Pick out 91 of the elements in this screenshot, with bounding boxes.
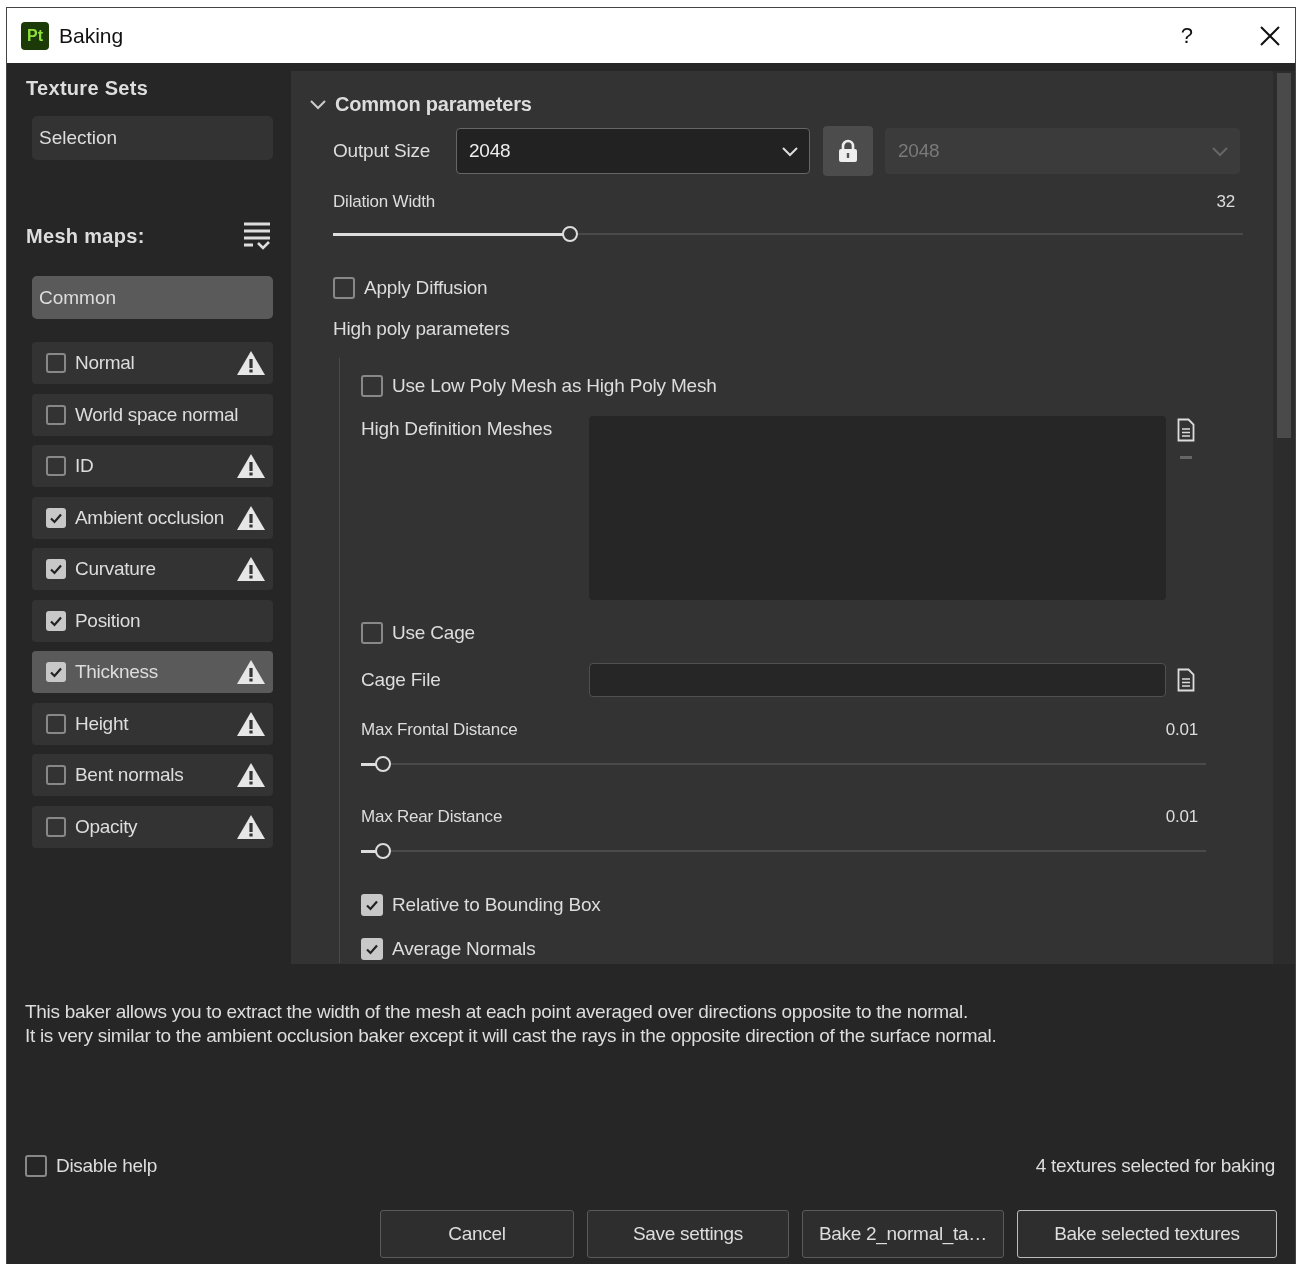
help-text: This baker allows you to extract the width of the mesh at each point averaged over directions opposite to the normal. It is very similar to the ambient occlusion baker except it will cast the rays in the opposite direction of the surface normal.	[25, 1000, 998, 1048]
cage-file-field[interactable]	[589, 663, 1166, 697]
checkbox[interactable]	[333, 277, 355, 299]
slider-label: Max Frontal Distance	[361, 720, 518, 740]
mesh-map-item[interactable]: Height	[32, 702, 273, 745]
dialog-button[interactable]: Bake 2_normal_ta…	[802, 1210, 1004, 1258]
checkbox[interactable]	[361, 894, 383, 916]
mesh-map-label: Height	[75, 712, 130, 735]
checkbox[interactable]	[25, 1155, 47, 1177]
lock-button[interactable]	[823, 126, 873, 176]
mesh-map-label: Normal	[75, 352, 136, 374]
slider-value: 0.01	[1165, 807, 1198, 827]
warning-icon	[236, 556, 266, 582]
checkbox[interactable]	[46, 353, 66, 373]
output-size-dropdown[interactable]: 2048	[456, 128, 810, 174]
warning-icon	[236, 659, 266, 685]
dialog-button[interactable]: Save settings	[587, 1210, 789, 1258]
slider[interactable]	[361, 754, 1206, 774]
mesh-map-label: Bent normals	[75, 764, 185, 786]
checkbox[interactable]	[46, 816, 66, 837]
mesh-map-item[interactable]: Ambient occlusion	[32, 496, 273, 539]
checkbox[interactable]	[46, 610, 66, 631]
mesh-map-category[interactable]: Common	[32, 276, 273, 319]
subsection-title: High poly parameters	[333, 318, 511, 341]
texture-set-item[interactable]: Selection	[32, 116, 273, 160]
app-logo: Pt	[21, 21, 49, 50]
help-button[interactable]: ?	[1180, 22, 1193, 49]
mesh-map-label: Curvature	[75, 558, 157, 580]
section-title: Texture Sets	[26, 77, 150, 100]
checkbox-label: Apply Diffusion	[364, 277, 488, 299]
checkbox[interactable]	[46, 456, 66, 476]
mesh-map-label: ID	[75, 455, 95, 477]
checkbox[interactable]	[361, 622, 383, 644]
filter-list-icon[interactable]	[241, 220, 273, 252]
mesh-map-label: Thickness	[75, 661, 159, 683]
field-label: Output Size	[333, 140, 432, 162]
lock-icon	[838, 139, 858, 163]
slider-value: 32	[1216, 192, 1235, 212]
mesh-map-item[interactable]: Opacity	[32, 805, 273, 848]
file-icon[interactable]	[1177, 418, 1195, 442]
checkbox[interactable]	[46, 404, 66, 425]
file-icon[interactable]	[1177, 668, 1195, 692]
status-text: 4 textures selected for baking	[1035, 1155, 1275, 1177]
warning-icon	[236, 350, 266, 376]
mesh-map-label: Opacity	[75, 815, 139, 838]
checkbox[interactable]	[46, 713, 66, 734]
slider[interactable]	[361, 841, 1206, 861]
warning-icon	[236, 762, 266, 788]
chevron-down-icon	[1211, 145, 1229, 157]
warning-icon	[236, 453, 266, 479]
checkbox-label: Relative to Bounding Box	[392, 894, 601, 916]
slider-value: 0.01	[1165, 720, 1198, 740]
chevron-down-icon	[781, 145, 799, 157]
mesh-map-label: Position	[75, 609, 142, 632]
dialog-button[interactable]: Bake selected textures	[1017, 1210, 1277, 1258]
checkbox[interactable]	[46, 662, 66, 682]
slider-thumb[interactable]	[561, 226, 578, 242]
checkbox[interactable]	[361, 375, 383, 397]
mesh-map-label: Ambient occlusion	[75, 506, 226, 529]
section-title: Common parameters	[335, 92, 532, 116]
checkbox-label: Disable help	[56, 1155, 157, 1177]
checkbox-label: Use Cage	[392, 622, 475, 644]
mesh-map-item[interactable]: Curvature	[32, 548, 273, 590]
slider-label: Max Rear Distance	[361, 807, 503, 827]
mesh-map-item[interactable]: Thickness	[32, 651, 273, 693]
warning-icon	[236, 710, 266, 737]
checkbox[interactable]	[46, 559, 66, 579]
checkbox-label: Use Low Poly Mesh as High Poly Mesh	[392, 375, 717, 397]
checkbox[interactable]	[46, 507, 66, 528]
dialog-button[interactable]: Cancel	[380, 1210, 574, 1258]
slider-thumb[interactable]	[374, 756, 391, 772]
field-label: Cage File	[361, 669, 442, 691]
mesh-map-item[interactable]: Normal	[32, 342, 273, 384]
mesh-map-label: World space normal	[75, 403, 240, 426]
checkbox[interactable]	[46, 765, 66, 785]
mesh-map-item[interactable]: World space normal	[32, 393, 273, 436]
checkbox-label: Average Normals	[392, 938, 536, 960]
mesh-map-item[interactable]: ID	[32, 445, 273, 487]
section-title: Mesh maps:	[26, 224, 145, 248]
mesh-map-item[interactable]: Position	[32, 599, 273, 642]
warning-icon	[236, 813, 266, 840]
slider-label: Dilation Width	[333, 192, 436, 212]
mesh-map-item[interactable]: Bent normals	[32, 754, 273, 796]
slider-thumb[interactable]	[374, 843, 391, 859]
slider[interactable]	[333, 224, 1243, 244]
field-label: High Definition Meshes	[361, 417, 553, 441]
warning-icon	[236, 504, 266, 531]
scrollbar[interactable]	[1273, 71, 1295, 964]
window-title: Baking	[59, 23, 125, 48]
close-icon[interactable]	[1259, 24, 1281, 47]
checkbox[interactable]	[361, 938, 383, 960]
